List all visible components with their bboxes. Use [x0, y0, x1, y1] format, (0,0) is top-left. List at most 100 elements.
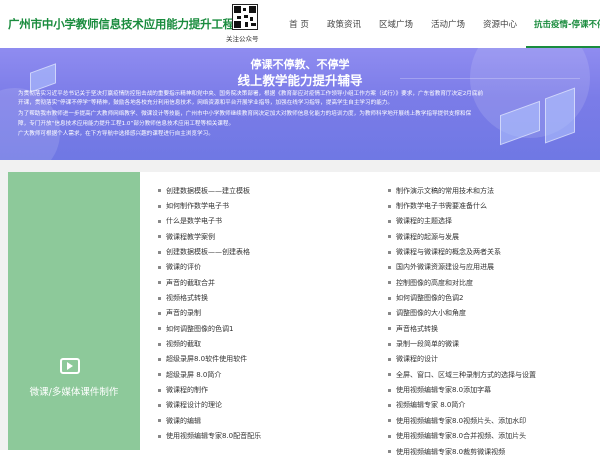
nav-resource-center[interactable]: 资源中心	[474, 0, 526, 48]
bullet-icon	[388, 342, 391, 346]
site-title[interactable]: 广州市中小学教师信息技术应用能力提升工程	[8, 16, 234, 32]
bullet-icon	[158, 250, 161, 254]
banner-paragraph: 为了帮助我市教师进一步提高广大教师网络教学、微课设计等技能，广州市中小学教师继续…	[18, 111, 472, 117]
bullet-icon	[158, 419, 161, 423]
course-link[interactable]: 国内外微课资源建设与应用进展	[388, 260, 536, 275]
course-title: 使用视频编辑专家8.0添加字幕	[396, 386, 492, 395]
course-title: 如何调整图像的色调2	[396, 294, 464, 303]
course-link[interactable]: 视频的截取	[158, 336, 261, 351]
course-title: 如何调整图像的色调1	[166, 324, 234, 333]
course-link[interactable]: 如何调整图像的色调1	[158, 321, 261, 336]
course-title: 制作演示文稿的常用技术和方法	[396, 186, 494, 195]
course-link[interactable]: 微课程的设计	[388, 352, 536, 367]
nav-home[interactable]: 首 页	[280, 0, 318, 48]
bullet-icon	[158, 296, 161, 300]
course-link[interactable]: 视频格式转换	[158, 290, 261, 305]
course-title: 声音的录制	[166, 309, 201, 318]
course-link[interactable]: 如何制作数学电子书	[158, 198, 261, 213]
nav-epidemic-special[interactable]: 抗击疫情-停课不停学	[526, 0, 600, 48]
course-link[interactable]: 超级录屏 8.0简介	[158, 367, 261, 382]
course-title: 超级录屏 8.0简介	[166, 370, 222, 379]
course-title: 微课程教学案例	[166, 232, 215, 241]
course-link[interactable]: 微课的编辑	[158, 413, 261, 428]
bullet-icon	[158, 235, 161, 239]
course-link[interactable]: 使用视频编辑专家8.0配音配乐	[158, 429, 261, 444]
banner-paragraph: 为贯彻落实习近平总书记关于坚决打赢疫情防控阻击战的重要指示精神和党中央、国务院决…	[18, 91, 484, 97]
course-title: 微课程的制作	[166, 386, 208, 395]
bullet-icon	[388, 250, 391, 254]
course-list-right: 制作演示文稿的常用技术和方法 制作数学电子书需要准备什么 微课程的主题选择微课程的起…	[388, 183, 536, 459]
course-link[interactable]: 制作演示文稿的常用技术和方法	[388, 183, 536, 198]
course-title: 微课的编辑	[166, 416, 201, 425]
course-link[interactable]: 制作数学电子书需要准备什么	[388, 198, 536, 213]
course-link[interactable]: 声音的录制	[158, 306, 261, 321]
bullet-icon	[388, 235, 391, 239]
bullet-icon	[388, 219, 391, 223]
course-title: 微课程与微课程的概念及两者关系	[396, 248, 501, 257]
course-title: 微课程的设计	[396, 355, 438, 364]
course-link[interactable]: 微课的评价	[158, 260, 261, 275]
course-title: 制作数学电子书需要准备什么	[396, 202, 487, 211]
category-panel[interactable]	[8, 172, 140, 450]
course-title: 视频格式转换	[166, 294, 208, 303]
course-link[interactable]: 微课程的主题选择	[388, 214, 536, 229]
course-link[interactable]: 微课程的起源与发展	[388, 229, 536, 244]
course-title: 使用视频编辑专家8.0配音配乐	[166, 432, 262, 441]
bullet-icon	[388, 373, 391, 377]
course-link[interactable]: 超级录屏8.0软件使用软件	[158, 352, 261, 367]
course-link[interactable]: 使用视频编辑专家8.0裁剪微课视频	[388, 444, 536, 459]
bullet-icon	[158, 403, 161, 407]
course-title: 如何制作数学电子书	[166, 202, 229, 211]
course-list-left: 创建数据模板——建立模板 如何制作数学电子书什么是数学电子书微课程教学案例创建数据…	[158, 183, 261, 444]
banner-paragraph: 开课，贯彻落实“停课不停学”等精神，鼓励各地各校充分利用信息技术，网络资源和平台…	[18, 100, 393, 106]
course-link[interactable]: 创建数据模板——建立模板	[158, 183, 261, 198]
course-link[interactable]: 微课程设计的理论	[158, 398, 261, 413]
course-link[interactable]: 什么是数学电子书	[158, 214, 261, 229]
course-link[interactable]: 使用视频编辑专家8.0添加字幕	[388, 382, 536, 397]
course-title: 录制一段简单的微课	[396, 340, 459, 349]
bullet-icon	[388, 388, 391, 392]
course-link[interactable]: 使用视频编辑专家8.0合并视频、添加片头	[388, 429, 536, 444]
bullet-icon	[158, 357, 161, 361]
nav-activity-square[interactable]: 活动广场	[422, 0, 474, 48]
course-link[interactable]: 如何调整图像的色调2	[388, 290, 536, 305]
course-link[interactable]: 创建数据模板——创建表格	[158, 244, 261, 259]
course-link[interactable]: 控制图像的高度和对比度	[388, 275, 536, 290]
course-title: 使用视频编辑专家8.0合并视频、添加片头	[396, 432, 527, 441]
course-link[interactable]: 微课程教学案例	[158, 229, 261, 244]
category-label[interactable]: 微课/多媒体课件制作	[8, 384, 140, 398]
bullet-icon	[158, 373, 161, 377]
course-link[interactable]: 录制一段简单的微课	[388, 336, 536, 351]
bullet-icon	[158, 311, 161, 315]
course-title: 声音格式转换	[396, 324, 438, 333]
course-link[interactable]: 使用视频编辑专家8.0视频片头、添加水印	[388, 413, 536, 428]
course-link[interactable]: 声音的截取合并	[158, 275, 261, 290]
bullet-icon	[388, 450, 391, 454]
nav-region-square[interactable]: 区域广场	[370, 0, 422, 48]
nav-policy-news[interactable]: 政策资讯	[318, 0, 370, 48]
course-title: 微课程的主题选择	[396, 217, 452, 226]
course-title: 声音的截取合并	[166, 278, 215, 287]
bullet-icon	[158, 434, 161, 438]
hero-banner: 停课不停教、不停学 线上教学能力提升辅导 为贯彻落实习近平总书记关于坚决打赢疫情…	[0, 48, 600, 160]
course-link[interactable]: 调整图像的大小和角度	[388, 306, 536, 321]
bullet-icon	[158, 281, 161, 285]
bullet-icon	[158, 204, 161, 208]
course-title: 创建数据模板——创建表格	[166, 248, 250, 257]
course-link[interactable]: 全屏、窗口、区域三种录制方式的选择与设置	[388, 367, 536, 382]
bullet-icon	[158, 219, 161, 223]
course-title: 微课程设计的理论	[166, 401, 222, 410]
course-link[interactable]: 微课程的制作	[158, 382, 261, 397]
course-link[interactable]: 视频编辑专家 8.0简介	[388, 398, 536, 413]
bullet-icon	[158, 342, 161, 346]
bullet-icon	[388, 357, 391, 361]
bullet-icon	[388, 296, 391, 300]
course-link[interactable]: 微课程与微课程的概念及两者关系	[388, 244, 536, 259]
bullet-icon	[388, 434, 391, 438]
course-title: 调整图像的大小和角度	[396, 309, 466, 318]
banner-paragraph: 障，专门开放“信息技术应用能力提升工程1.0”部分教师信息技术应用工程等相关课程…	[18, 121, 235, 127]
course-title: 使用视频编辑专家8.0裁剪微课视频	[396, 447, 506, 456]
course-title: 使用视频编辑专家8.0视频片头、添加水印	[396, 416, 527, 425]
course-title: 创建数据模板——建立模板	[166, 186, 250, 195]
course-link[interactable]: 声音格式转换	[388, 321, 536, 336]
